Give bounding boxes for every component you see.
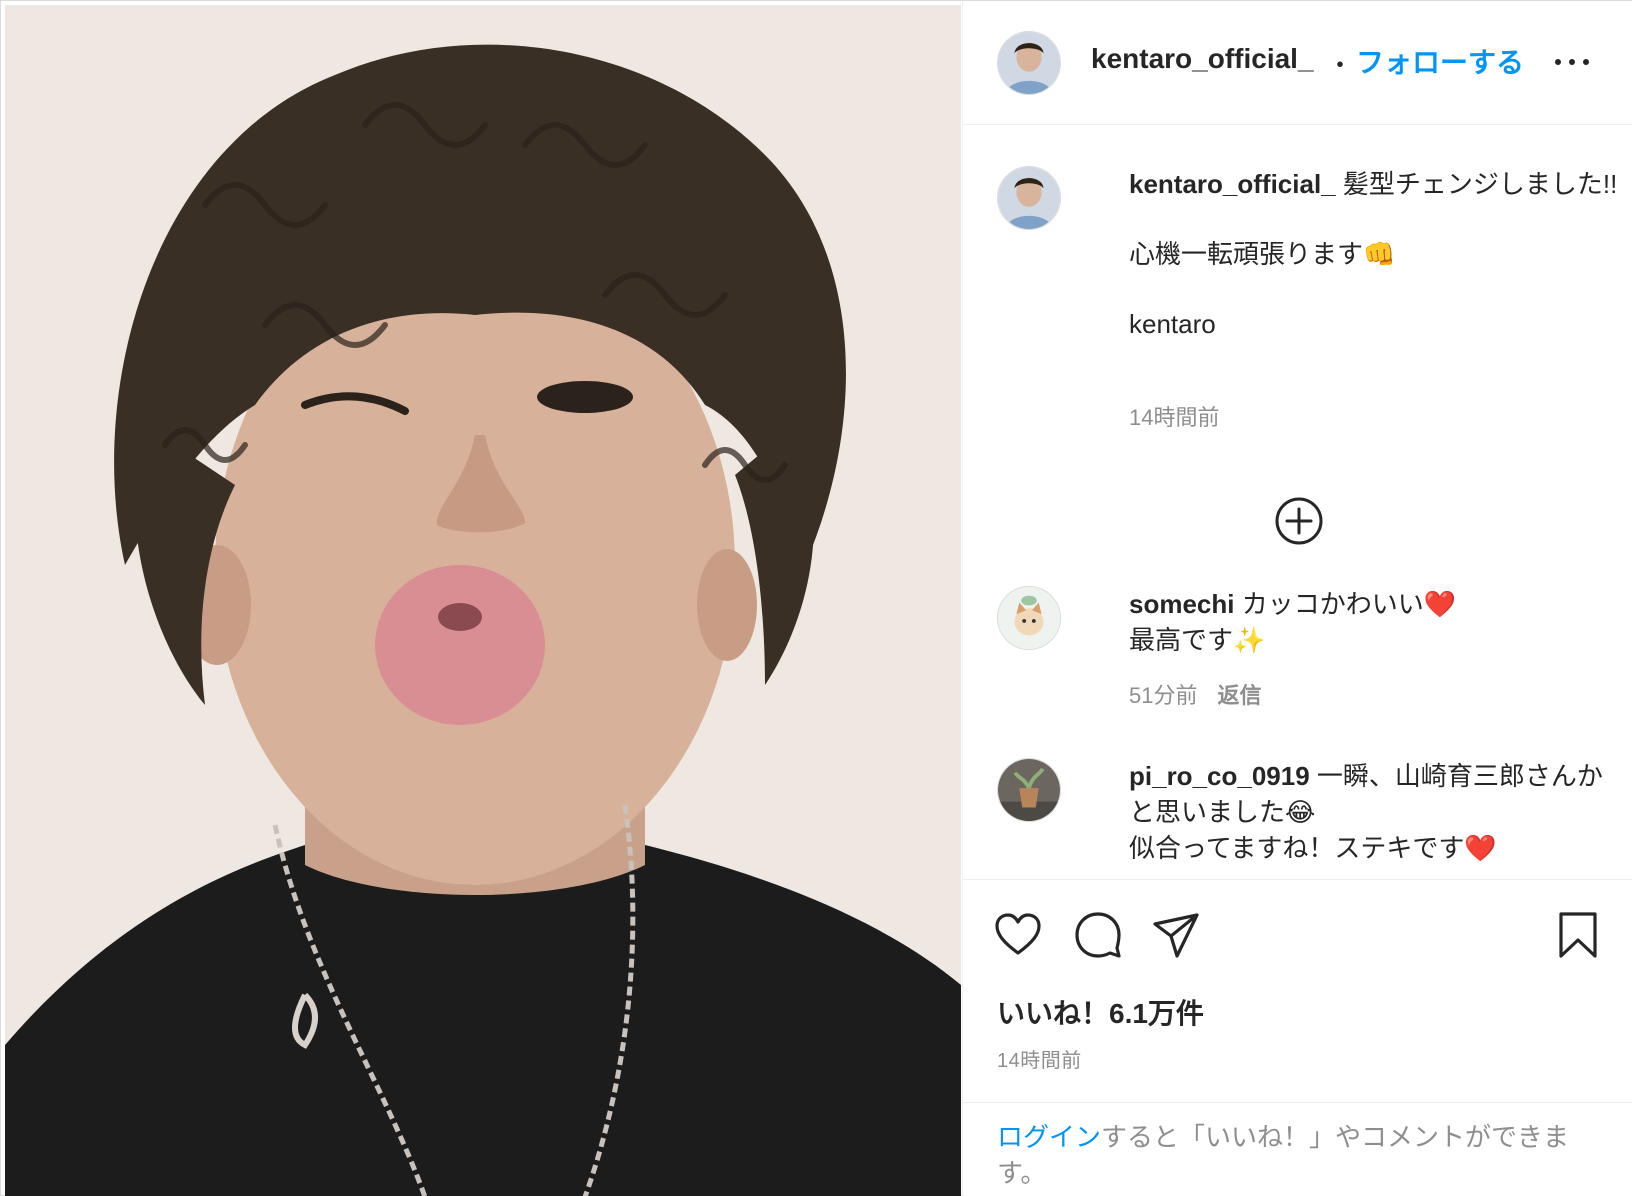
caption-avatar[interactable] [997,166,1061,230]
comment-avatar[interactable] [997,586,1061,650]
comment-text-line2: 最高です✨ [1129,625,1266,655]
comment-bubble-icon[interactable] [1073,910,1123,960]
save-bookmark-icon[interactable] [1553,910,1603,960]
share-send-icon[interactable] [1151,910,1201,960]
caption-body: kentaro_official_ 髪型チェンジしました!! 心機一転頑張ります… [1129,166,1619,342]
plus-circle-icon [1275,497,1323,545]
like-heart-icon[interactable] [993,910,1043,960]
caption-time: 14時間前 [1129,405,1220,430]
comment-body: somechi カッコかわいい❤️ 最高です✨ [1129,586,1619,658]
comment-meta: 51分前 返信 [1129,678,1262,710]
load-more-comments-icon[interactable] [1274,496,1324,546]
comment-time: 51分前 [1129,683,1198,708]
post-actions: いいね！6.1万件 14時間前 [963,879,1632,1101]
caption-username[interactable]: kentaro_official_ [1129,169,1336,199]
more-options-icon[interactable] [1553,41,1593,77]
author-username[interactable]: kentaro_official_ [1091,43,1314,75]
comments-list[interactable]: kentaro_official_ 髪型チェンジしました!! 心機一転頑張ります… [963,126,1632,878]
caption-line2: 心機一転頑張ります👊 [1129,239,1396,269]
comment-text: カッコかわいい❤️ [1241,589,1457,619]
avatar-image [998,32,1060,94]
post-header: kentaro_official_ ・ フォローする [963,1,1632,125]
follow-button[interactable]: フォローする [1356,41,1524,81]
comment-username[interactable]: pi_ro_co_0919 [1129,761,1310,791]
post-photo[interactable] [5,5,961,1196]
likes-count[interactable]: いいね！6.1万件 [997,992,1204,1032]
post-timestamp[interactable]: 14時間前 [997,1044,1082,1073]
author-avatar[interactable] [997,31,1061,95]
comment-username[interactable]: somechi [1129,589,1235,619]
bookmark-icon [1559,912,1597,958]
login-link[interactable]: ログイン [997,1122,1101,1152]
heart-icon [995,913,1041,955]
caption-line1: 髪型チェンジしました!! [1342,169,1618,199]
login-prompt: ログインすると「いいね！」やコメントができます。 [963,1102,1632,1196]
comment-avatar[interactable] [997,758,1061,822]
speech-bubble-icon [1075,912,1121,958]
comment-text-line2: 似合ってますね！ステキです❤️ [1129,833,1497,863]
comment-body: pi_ro_co_0919 一瞬、山崎育三郎さんかと思いました😂 似合ってますね… [1129,758,1619,866]
plant-avatar-image [998,759,1060,821]
cat-avatar-image [998,587,1060,649]
paper-plane-icon [1153,913,1199,958]
avatar-image [998,167,1060,229]
separator-dot: ・ [1327,50,1354,80]
caption-line3: kentaro [1129,309,1216,339]
portrait-illustration [5,5,961,1196]
post-side-panel: kentaro_official_ ・ フォローする kentaro_offic… [962,1,1632,1196]
post-container: kentaro_official_ ・ フォローする kentaro_offic… [0,0,1632,1196]
reply-button[interactable]: 返信 [1217,683,1261,708]
